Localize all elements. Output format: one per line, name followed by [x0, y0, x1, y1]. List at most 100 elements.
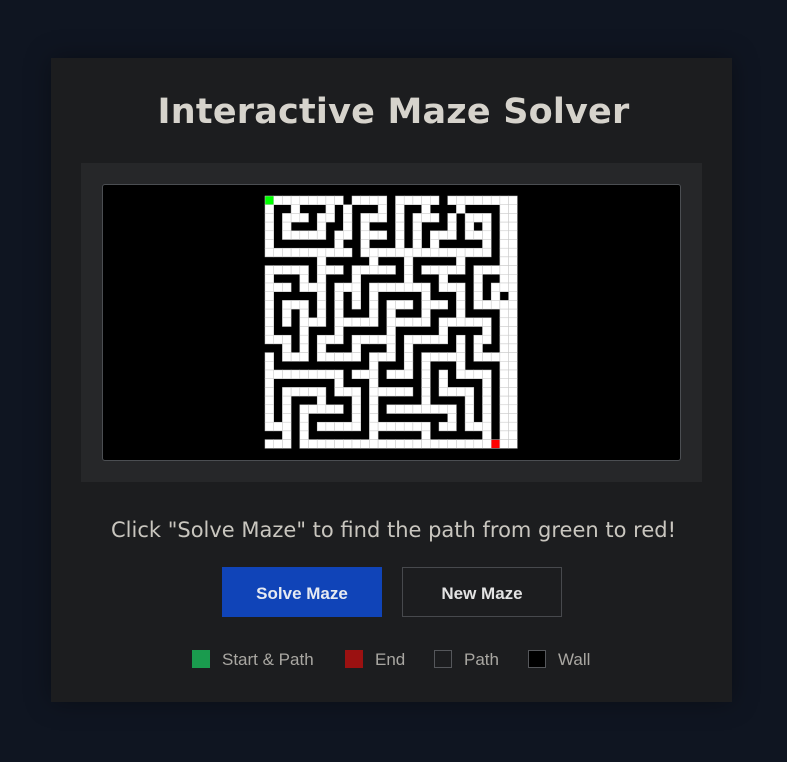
maze-path-cell	[482, 387, 492, 397]
maze-path-cell	[490, 265, 501, 275]
legend-label: Start & Path	[222, 650, 314, 669]
maze-path-cell	[264, 404, 274, 414]
maze-path-cell	[351, 343, 361, 353]
maze-path-cell	[421, 395, 431, 406]
maze-path-cell	[334, 247, 344, 258]
maze-path-cell	[299, 334, 309, 345]
maze-path-cell	[456, 308, 466, 319]
maze-path-cell	[482, 300, 492, 310]
maze-path-cell	[508, 195, 518, 205]
maze-path-cell	[299, 247, 309, 258]
maze-path-cell	[334, 230, 344, 240]
maze-path-cell	[508, 247, 518, 258]
maze-path-cell	[308, 195, 318, 205]
maze-path-cell	[508, 317, 518, 327]
maze-path-cell	[395, 317, 405, 327]
maze-path-cell	[499, 378, 509, 388]
maze-path-cell	[499, 421, 509, 432]
maze-path-cell	[430, 352, 440, 362]
maze-path-cell	[264, 308, 274, 319]
maze-path-cell	[438, 387, 448, 397]
maze-path-cell	[473, 317, 483, 327]
maze-path-cell	[325, 352, 335, 362]
maze-path-cell	[456, 247, 466, 258]
maze-path-cell	[456, 361, 466, 371]
maze-path-cell	[508, 282, 518, 292]
maze-path-cell	[290, 204, 301, 214]
maze-path-cell	[316, 195, 327, 205]
maze-path-cell	[386, 352, 396, 362]
maze-path-cell	[447, 413, 457, 423]
maze-path-cell	[316, 308, 327, 319]
maze-path-cell	[490, 300, 501, 310]
maze-path-cell	[464, 413, 475, 423]
maze-path-cell	[464, 221, 475, 232]
maze-path-cell	[360, 265, 370, 275]
maze-path-cell	[369, 265, 379, 275]
maze-path-cell	[290, 387, 301, 397]
maze-path-cell	[403, 317, 414, 327]
maze-path-cell	[438, 439, 448, 449]
maze-path-cell	[369, 230, 379, 240]
maze-path-cell	[369, 334, 379, 345]
maze-path-cell	[290, 265, 301, 275]
maze-path-cell	[369, 291, 379, 301]
maze-path-cell	[438, 265, 448, 275]
maze-path-cell	[499, 413, 509, 423]
maze-path-cell	[473, 343, 483, 353]
maze-path-cell	[447, 421, 457, 432]
maze-path-cell	[343, 230, 353, 240]
legend-swatch-start-path	[192, 650, 210, 668]
maze-path-cell	[499, 256, 509, 266]
maze-path-cell	[403, 387, 414, 397]
maze-path-cell	[273, 421, 283, 432]
maze-path-cell	[334, 326, 344, 336]
maze-path-cell	[386, 308, 396, 319]
maze-path-cell	[369, 317, 379, 327]
maze-path-cell	[360, 334, 370, 345]
maze-path-cell	[273, 195, 283, 205]
maze-path-cell	[316, 421, 327, 432]
maze-path-cell	[464, 247, 475, 258]
maze-path-cell	[351, 265, 361, 275]
maze-path-cell	[308, 247, 318, 258]
maze-path-cell	[464, 439, 475, 449]
maze-path-cell	[351, 387, 361, 397]
maze-path-cell	[473, 439, 483, 449]
maze-path-cell	[264, 204, 274, 214]
maze-path-cell	[308, 369, 318, 379]
maze-path-cell	[377, 439, 388, 449]
maze-path-cell	[499, 204, 509, 214]
maze-path-cell	[490, 352, 501, 362]
maze-path-cell	[438, 230, 448, 240]
maze-path-cell	[464, 387, 475, 397]
maze-path-cell	[395, 421, 405, 432]
maze-path-cell	[343, 352, 353, 362]
maze-path-cell	[412, 195, 422, 205]
maze-path-cell	[456, 291, 466, 301]
maze-path-cell	[290, 230, 301, 240]
maze-path-cell	[403, 300, 414, 310]
maze-path-cell	[403, 421, 414, 432]
maze-path-cell	[438, 274, 448, 284]
maze-path-cell	[299, 413, 309, 423]
maze-path-cell	[473, 247, 483, 258]
maze-path-cell	[508, 213, 518, 223]
maze-canvas[interactable]	[102, 184, 681, 461]
maze-path-cell	[334, 334, 344, 345]
maze-path-cell	[499, 265, 509, 275]
maze-path-cell	[264, 395, 274, 406]
maze-path-cell	[343, 221, 353, 232]
maze-path-cell	[343, 282, 353, 292]
maze-path-cell	[343, 421, 353, 432]
maze-path-cell	[369, 395, 379, 406]
maze-path-cell	[403, 256, 414, 266]
new-maze-button[interactable]: New Maze	[402, 567, 562, 617]
maze-path-cell	[482, 352, 492, 362]
maze-path-cell	[482, 334, 492, 345]
maze-path-cell	[430, 239, 440, 249]
maze-path-cell	[464, 395, 475, 406]
maze-path-cell	[482, 326, 492, 336]
solve-maze-button[interactable]: Solve Maze	[222, 567, 382, 617]
maze-path-cell	[473, 282, 483, 292]
